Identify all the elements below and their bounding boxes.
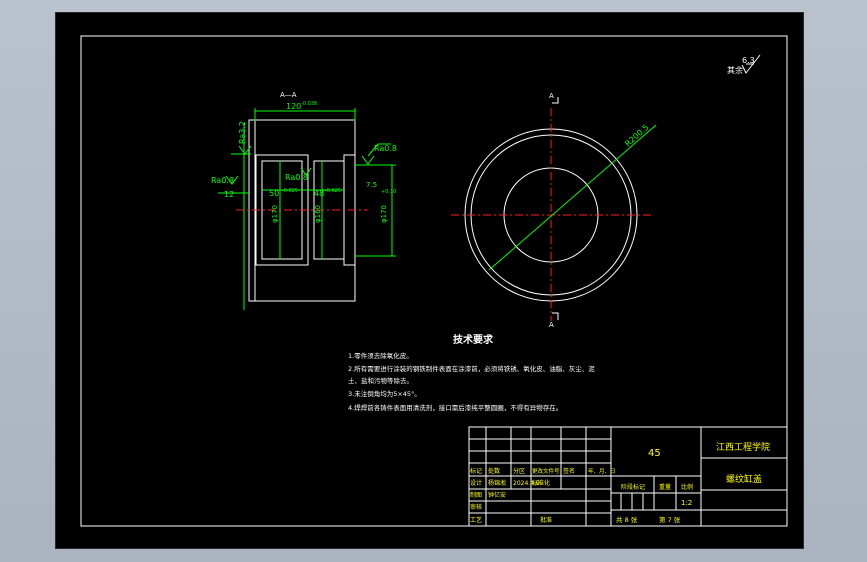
tech-item: 4.焊焊前各铸件表面用清洗剂，接口需后漆纯平整圆圈，不得有异物存在。: [348, 403, 562, 412]
svg-text:重量: 重量: [659, 483, 671, 491]
tech-item: 1.零件须去除氧化皮。: [348, 351, 413, 360]
svg-text:第 7 张: 第 7 张: [659, 515, 681, 524]
svg-text:批准: 批准: [540, 516, 552, 524]
inner-frame: [80, 35, 788, 527]
svg-text:分区: 分区: [513, 467, 525, 475]
svg-text:Ra0.8: Ra0.8: [285, 173, 308, 182]
tech-item: 土、盐和污物等除去。: [348, 376, 413, 385]
svg-text:工艺: 工艺: [470, 516, 482, 524]
svg-text:钟亿安: 钟亿安: [488, 491, 506, 499]
title-block: 标记 处数 分区 更改文件号 签名 年、月、日 设计 杨锦淞 2024.4.9 …: [468, 426, 788, 527]
svg-text:比例: 比例: [681, 483, 693, 491]
part-name: 螺纹缸盖: [726, 473, 762, 485]
svg-text:标准化: 标准化: [532, 479, 550, 487]
school-name: 江西工程学院: [716, 441, 770, 453]
svg-text:设计: 设计: [470, 479, 482, 487]
svg-text:12: 12: [224, 190, 234, 199]
section-view: A—A: [236, 91, 368, 302]
tech-item: 3.未注倒角均为5×45°。: [348, 389, 421, 398]
svg-text:50: 50: [269, 189, 279, 198]
svg-text:1:2: 1:2: [681, 499, 692, 507]
svg-text:处数: 处数: [488, 467, 500, 475]
cad-drawing: 其余 6.3 A—A 120 -0.038 Ra3.2 Ra0.8 12 50 …: [80, 35, 788, 527]
svg-text:-0.025: -0.025: [325, 188, 341, 194]
section-mark-bottom: A: [549, 321, 554, 329]
svg-text:年、月、日: 年、月、日: [588, 467, 616, 475]
svg-text:+0.10: +0.10: [381, 189, 396, 195]
roughness-symbol-general: 其余 6.3: [727, 54, 761, 75]
tech-title: 技术要求: [453, 333, 494, 346]
section-dimensions: 120 -0.038 Ra3.2 Ra0.8 12 50 -0.025 48 -…: [211, 101, 397, 310]
svg-text:共 8 张: 共 8 张: [616, 515, 638, 524]
svg-text:φ170: φ170: [271, 205, 279, 223]
svg-text:φ170: φ170: [380, 205, 388, 223]
svg-text:-0.025: -0.025: [282, 188, 298, 194]
svg-text:R200.5: R200.5: [623, 123, 650, 149]
svg-text:审核: 审核: [470, 503, 482, 511]
section-label: A—A: [280, 91, 297, 99]
material: 45: [648, 448, 661, 459]
svg-text:Ra0.8: Ra0.8: [211, 176, 234, 185]
svg-text:Ra3.2: Ra3.2: [238, 121, 247, 144]
svg-text:φ160: φ160: [314, 205, 322, 223]
section-mark-top: A: [549, 92, 554, 100]
svg-text:120: 120: [286, 102, 301, 111]
svg-text:杨锦淞: 杨锦淞: [488, 479, 506, 487]
svg-text:6.3: 6.3: [742, 56, 755, 65]
tech-requirements: 技术要求 1.零件须去除氧化皮。 2.所有需要进行涂装的钢铁制件表面在涂漆前，必…: [348, 333, 595, 412]
svg-text:更改文件号: 更改文件号: [532, 467, 560, 475]
tech-item: 2.所有需要进行涂装的钢铁制件表面在涂漆前，必须将铁锈、氧化皮、油脂、灰尘、泥: [348, 364, 595, 373]
svg-text:标记: 标记: [470, 467, 482, 475]
svg-text:其余: 其余: [727, 65, 743, 75]
svg-text:Ra0.8: Ra0.8: [374, 144, 397, 153]
circle-view: R200.5 A A: [451, 92, 657, 329]
svg-text:阶段标记: 阶段标记: [621, 483, 645, 491]
svg-text:48: 48: [314, 189, 324, 198]
svg-text:7.5: 7.5: [366, 181, 377, 189]
drawing-sheet: 其余 6.3 A—A 120 -0.038 Ra3.2 Ra0.8 12 50 …: [55, 12, 804, 549]
svg-text:-0.038: -0.038: [301, 101, 317, 107]
svg-text:制图: 制图: [470, 491, 482, 499]
svg-text:签名: 签名: [563, 467, 575, 475]
